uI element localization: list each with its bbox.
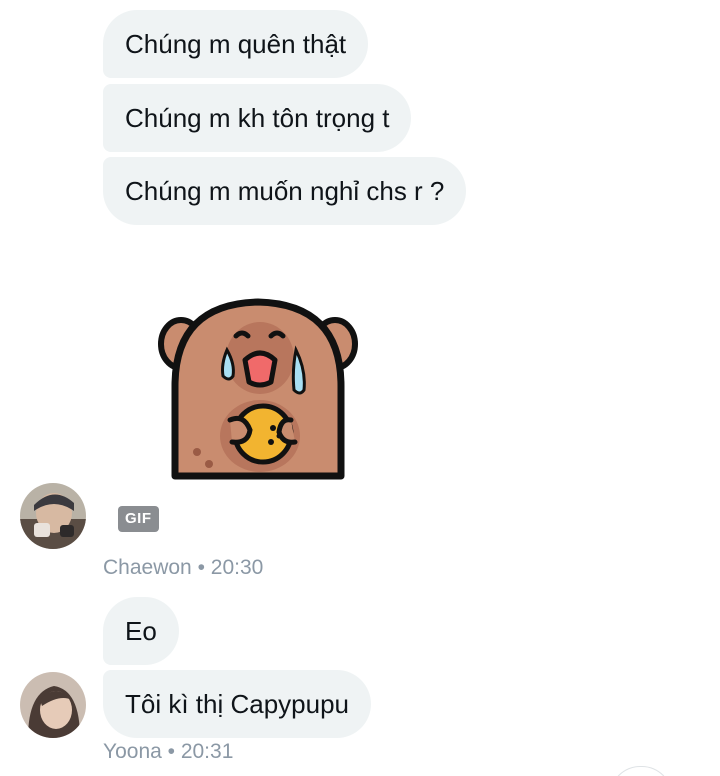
avatar[interactable] [20,672,86,738]
gif-badge: GIF [118,506,159,532]
message-time: 20:31 [180,740,234,763]
avatar[interactable] [20,483,86,549]
message-bubble[interactable]: Chúng m muốn nghỉ chs r ? [103,157,467,225]
message-meta: Yoona • 20:31 [103,740,233,764]
avatar-photo-icon [20,672,86,738]
avatar-photo-icon [20,483,86,549]
message-bubble[interactable]: Chúng m quên thật [103,10,369,78]
message-meta: Chaewon • 20:30 [103,556,263,580]
sender-name: Chaewon [103,556,192,579]
scroll-down-button-edge [610,766,672,776]
message-bubble[interactable]: Tôi kì thị Capypupu [103,670,372,738]
message-bubble[interactable]: Chúng m kh tôn trọng t [103,84,412,152]
dm-conversation: Chúng m quên thật Chúng m kh tôn trọng t… [0,0,720,776]
capybara-sticker-image [158,298,358,480]
message-time: 20:30 [210,556,264,579]
gif-message[interactable] [103,258,433,533]
meta-separator: • [191,556,211,579]
message-bubble[interactable]: Eo [103,597,179,665]
meta-separator: • [161,740,181,763]
sender-name: Yoona [103,740,162,763]
